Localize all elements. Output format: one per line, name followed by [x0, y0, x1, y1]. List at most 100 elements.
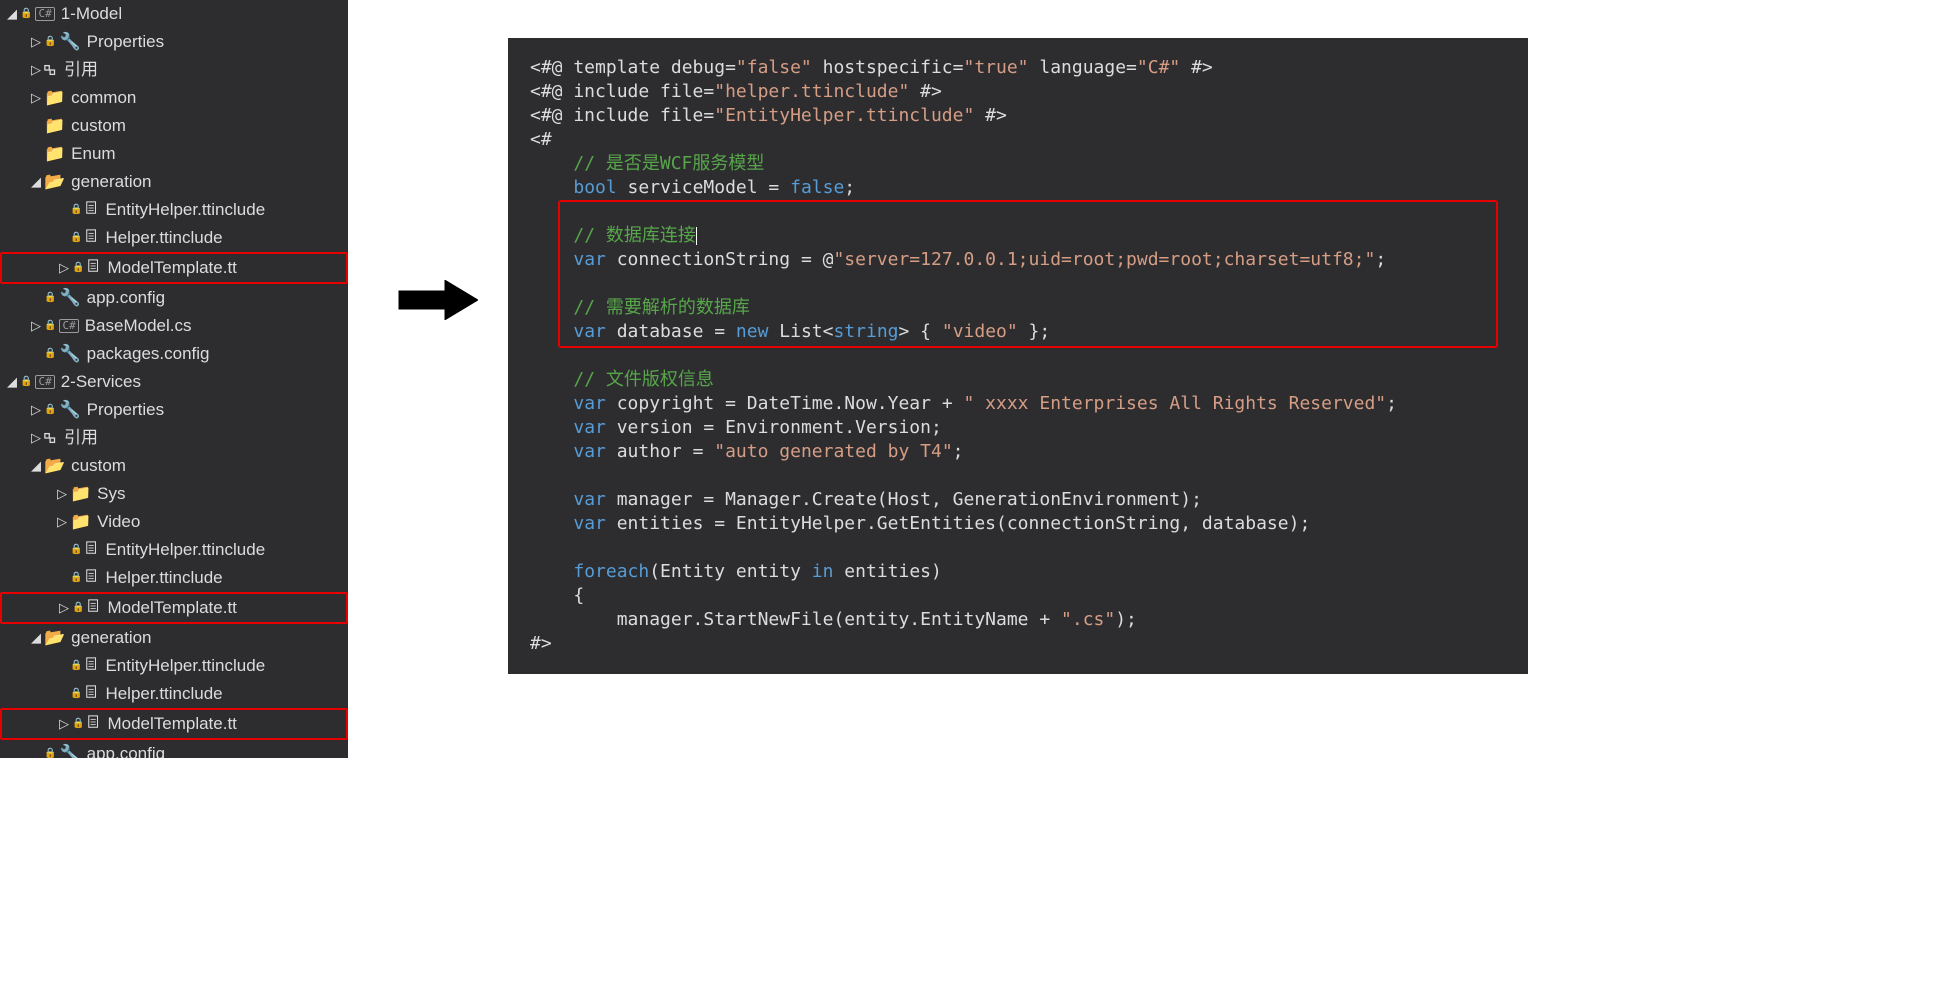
- csharp-icon: C#: [35, 7, 54, 21]
- file-label: BaseModel.cs: [85, 312, 192, 340]
- tree-file[interactable]: 🔒🔧 app.config: [0, 740, 348, 758]
- folder-label: Sys: [97, 480, 125, 508]
- lock-icon: 🔒: [44, 740, 56, 758]
- file-icon: [87, 254, 101, 282]
- file-label: EntityHelper.ttinclude: [105, 536, 265, 564]
- wrench-icon: 🔧: [59, 284, 80, 312]
- expand-icon[interactable]: ▷: [28, 312, 44, 340]
- references-icon: [44, 63, 58, 77]
- file-label: Helper.ttinclude: [105, 680, 222, 708]
- expand-icon[interactable]: ▷: [28, 396, 44, 424]
- tree-project[interactable]: ◢ 🔒C# 1-Model: [0, 0, 348, 28]
- wrench-icon: 🔧: [59, 28, 80, 56]
- references-icon: [44, 431, 58, 445]
- lock-icon: 🔒: [44, 284, 56, 312]
- wrench-icon: 🔧: [59, 740, 80, 758]
- file-label: ModelTemplate.tt: [107, 710, 236, 738]
- folder-label: generation: [71, 624, 151, 652]
- tree-folder[interactable]: ◢ 📂 custom: [0, 452, 348, 480]
- file-label: EntityHelper.ttinclude: [105, 196, 265, 224]
- folder-open-icon: 📂: [44, 168, 65, 196]
- folder-label: common: [71, 84, 136, 112]
- csharp-icon: C#: [59, 319, 78, 333]
- tree-file[interactable]: 🔒 Helper.ttinclude: [0, 680, 348, 708]
- file-icon: [85, 196, 99, 224]
- expand-icon[interactable]: ▷: [28, 56, 44, 84]
- tree-file[interactable]: 🔒🔧 packages.config: [0, 340, 348, 368]
- tree-file[interactable]: 🔒 EntityHelper.ttinclude: [0, 652, 348, 680]
- collapse-icon[interactable]: ◢: [4, 0, 20, 28]
- lock-icon: 🔒: [20, 0, 32, 28]
- folder-icon: 📁: [70, 508, 91, 536]
- file-label: ModelTemplate.tt: [107, 254, 236, 282]
- tree-file[interactable]: 🔒 Helper.ttinclude: [0, 224, 348, 252]
- folder-icon: 📁: [44, 84, 65, 112]
- tree-file[interactable]: 🔒🔧 app.config: [0, 284, 348, 312]
- tree-file[interactable]: 🔒 Helper.ttinclude: [0, 564, 348, 592]
- properties-label: Properties: [87, 28, 164, 56]
- tree-file-highlighted[interactable]: ▷ 🔒 ModelTemplate.tt: [0, 252, 348, 284]
- expand-icon[interactable]: ▷: [28, 28, 44, 56]
- expand-icon[interactable]: ▷: [28, 424, 44, 452]
- lock-icon: 🔒: [70, 652, 82, 680]
- lock-icon: 🔒: [72, 710, 84, 738]
- folder-open-icon: 📂: [44, 624, 65, 652]
- tree-folder[interactable]: ▷ 📁 Video: [0, 508, 348, 536]
- file-icon: [85, 564, 99, 592]
- tree-folder[interactable]: ◢ 📂 generation: [0, 168, 348, 196]
- collapse-icon[interactable]: ◢: [28, 624, 44, 652]
- tree-references[interactable]: ▷ 引用: [0, 424, 348, 452]
- expand-icon[interactable]: ▷: [56, 594, 72, 622]
- folder-icon: 📁: [70, 480, 91, 508]
- collapse-icon[interactable]: ◢: [4, 368, 20, 396]
- file-icon: [85, 224, 99, 252]
- tree-file[interactable]: ▷ 🔒C# BaseModel.cs: [0, 312, 348, 340]
- collapse-icon[interactable]: ◢: [28, 452, 44, 480]
- lock-icon: 🔒: [70, 564, 82, 592]
- tree-file-highlighted[interactable]: ▷ 🔒 ModelTemplate.tt: [0, 708, 348, 740]
- lock-icon: 🔒: [44, 28, 56, 56]
- expand-icon[interactable]: ▷: [56, 254, 72, 282]
- csharp-icon: C#: [35, 375, 54, 389]
- tree-folder[interactable]: 📁 Enum: [0, 140, 348, 168]
- file-label: EntityHelper.ttinclude: [105, 652, 265, 680]
- solution-explorer: ◢ 🔒C# 1-Model ▷ 🔒🔧 Properties ▷ 引用 ▷ 📁 c…: [0, 0, 348, 758]
- properties-label: Properties: [87, 396, 164, 424]
- tree-project[interactable]: ◢ 🔒C# 2-Services: [0, 368, 348, 396]
- file-label: app.config: [87, 284, 165, 312]
- tree-folder[interactable]: ▷ 📁 Sys: [0, 480, 348, 508]
- expand-icon[interactable]: ▷: [54, 508, 70, 536]
- folder-label: Video: [97, 508, 140, 536]
- tree-folder[interactable]: 📁 custom: [0, 112, 348, 140]
- file-icon: [87, 594, 101, 622]
- file-label: ModelTemplate.tt: [107, 594, 236, 622]
- tree-folder[interactable]: ◢ 📂 generation: [0, 624, 348, 652]
- lock-icon: 🔒: [44, 340, 56, 368]
- wrench-icon: 🔧: [59, 396, 80, 424]
- references-label: 引用: [64, 424, 98, 452]
- lock-icon: 🔒: [72, 254, 84, 282]
- code-content[interactable]: <#@ template debug="false" hostspecific=…: [530, 56, 1506, 656]
- lock-icon: 🔒: [72, 594, 84, 622]
- tree-file[interactable]: 🔒 EntityHelper.ttinclude: [0, 196, 348, 224]
- lock-icon: 🔒: [44, 396, 56, 424]
- tree-properties[interactable]: ▷ 🔒🔧 Properties: [0, 396, 348, 424]
- folder-icon: 📁: [44, 112, 65, 140]
- tree-file-highlighted[interactable]: ▷ 🔒 ModelTemplate.tt: [0, 592, 348, 624]
- expand-icon[interactable]: ▷: [56, 710, 72, 738]
- project-label: 1-Model: [61, 0, 122, 28]
- folder-icon: 📁: [44, 140, 65, 168]
- folder-label: custom: [71, 112, 126, 140]
- tree-folder[interactable]: ▷ 📁 common: [0, 84, 348, 112]
- tree-properties[interactable]: ▷ 🔒🔧 Properties: [0, 28, 348, 56]
- tree-file[interactable]: 🔒 EntityHelper.ttinclude: [0, 536, 348, 564]
- code-editor[interactable]: <#@ template debug="false" hostspecific=…: [508, 38, 1528, 674]
- expand-icon[interactable]: ▷: [54, 480, 70, 508]
- collapse-icon[interactable]: ◢: [28, 168, 44, 196]
- folder-label: Enum: [71, 140, 115, 168]
- expand-icon[interactable]: ▷: [28, 84, 44, 112]
- tree-references[interactable]: ▷ 引用: [0, 56, 348, 84]
- wrench-icon: 🔧: [59, 340, 80, 368]
- code-highlight-box: [558, 200, 1498, 348]
- folder-open-icon: 📂: [44, 452, 65, 480]
